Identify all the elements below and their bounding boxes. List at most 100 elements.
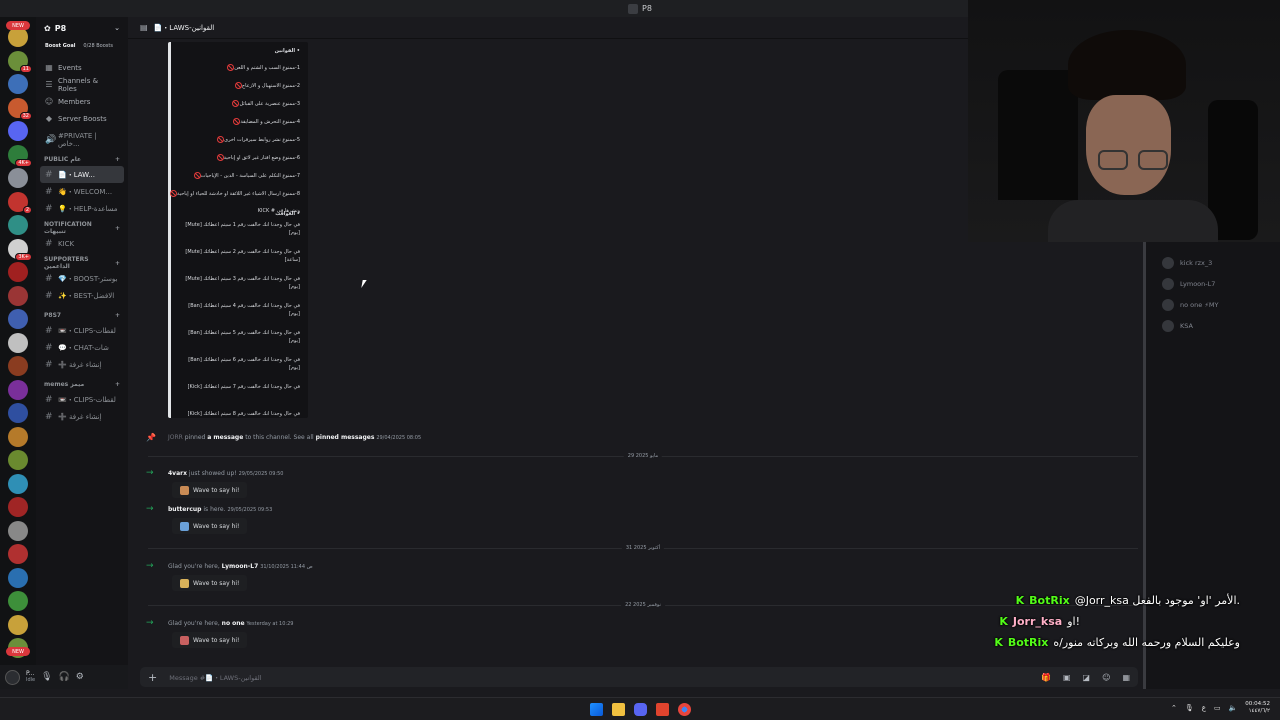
- channel-item[interactable]: # 👋・WELCOM...: [36, 183, 128, 200]
- threads-icon[interactable]: ▤: [140, 23, 148, 32]
- server-icon[interactable]: [8, 27, 28, 47]
- server-icon[interactable]: [8, 356, 28, 376]
- apps-icon[interactable]: ▦: [1122, 673, 1130, 682]
- message-input[interactable]: Message #📄・LAWS-القوانين: [169, 672, 1029, 682]
- category-header[interactable]: P8S7 +: [36, 308, 128, 322]
- join-user[interactable]: buttercup: [168, 506, 201, 513]
- channel-item[interactable]: # KICK: [36, 235, 128, 252]
- server-header[interactable]: ✿ P8 ⌄: [36, 17, 128, 39]
- user-panel: P... Idle 🎙 🎧 ⚙: [0, 665, 128, 689]
- server-icon[interactable]: [8, 544, 28, 564]
- server-icon[interactable]: [8, 591, 28, 611]
- plus-icon[interactable]: +: [115, 225, 120, 232]
- channel-item[interactable]: # ✨・BEST-الافضل: [36, 287, 128, 304]
- brave-browser-icon[interactable]: [656, 703, 669, 716]
- channel-item[interactable]: # 📼・CLIPS-لقطات: [36, 391, 128, 408]
- network-icon[interactable]: ▭: [1214, 704, 1221, 712]
- chrome-icon[interactable]: [678, 703, 691, 716]
- pin-link[interactable]: a message: [207, 434, 243, 441]
- wave-label: Wave to say hi!: [193, 522, 240, 530]
- member-item[interactable]: KSA: [1162, 320, 1193, 332]
- wave-button[interactable]: Wave to say hi!: [172, 482, 248, 498]
- volume-icon[interactable]: 🔈: [1229, 704, 1238, 712]
- gift-icon[interactable]: 🎁: [1041, 673, 1051, 682]
- server-icon[interactable]: [8, 403, 28, 423]
- server-icon[interactable]: [8, 215, 28, 235]
- microphone-icon[interactable]: 🎙: [1185, 704, 1194, 712]
- hash-icon: #: [45, 394, 53, 405]
- user-name: P...: [26, 670, 35, 677]
- server-icon[interactable]: [8, 614, 28, 635]
- channel-private[interactable]: 🔊 #PRIVATE | خاص...: [36, 131, 128, 148]
- server-icon[interactable]: [8, 497, 28, 517]
- plus-icon[interactable]: +: [115, 260, 120, 267]
- server-icon[interactable]: [8, 473, 28, 494]
- channel-item[interactable]: # 📄・LAW...: [40, 166, 124, 183]
- discord-app-icon[interactable]: [634, 703, 647, 716]
- join-user[interactable]: 4varx: [168, 470, 187, 477]
- server-icon[interactable]: 32: [8, 97, 32, 120]
- nav-item[interactable]: ▦ Events: [36, 59, 128, 76]
- server-icon[interactable]: [8, 520, 28, 541]
- server-icon[interactable]: 3K+: [8, 238, 32, 261]
- channel-item[interactable]: # 📼・CLIPS-لقطات: [36, 322, 128, 339]
- server-icon[interactable]: [8, 450, 28, 470]
- category-header[interactable]: memes ميمز +: [36, 377, 128, 391]
- chevron-down-icon[interactable]: ⌄: [114, 24, 120, 32]
- channel-item[interactable]: # ➕ إنشاء غرفة: [36, 408, 128, 425]
- nav-item[interactable]: ◆ Server Boosts: [36, 110, 128, 127]
- channel-item[interactable]: # 💡・HELP-مساعدة: [36, 200, 128, 217]
- server-icon[interactable]: [8, 168, 28, 188]
- boost-goal[interactable]: Boost Goal 0/28 Boosts: [36, 39, 128, 53]
- join-user[interactable]: no one: [222, 620, 245, 627]
- category-header[interactable]: SUPPORTERS الداعمين +: [36, 256, 128, 270]
- plus-icon[interactable]: +: [115, 312, 120, 319]
- language-indicator[interactable]: ع: [1202, 704, 1206, 712]
- chevron-up-icon[interactable]: ⌃: [1171, 704, 1177, 712]
- server-icon[interactable]: 2: [8, 191, 32, 214]
- pinned-messages-link[interactable]: pinned messages: [316, 434, 375, 441]
- server-icon[interactable]: [8, 309, 28, 329]
- avatar[interactable]: [5, 669, 20, 685]
- server-icon[interactable]: [8, 262, 28, 282]
- clock[interactable]: 00:04:52 ١٤٤٧/٦/٢: [1245, 701, 1270, 715]
- member-item[interactable]: no one ⚡MY: [1162, 299, 1218, 311]
- composer-box[interactable]: + Message #📄・LAWS-القوانين 🎁 ▣ ◪ ☺ ▦: [140, 667, 1138, 687]
- server-icon[interactable]: [8, 121, 28, 141]
- category-header[interactable]: NOTIFICATION تنبيهات +: [36, 221, 128, 235]
- server-icon[interactable]: [8, 567, 28, 588]
- category-header[interactable]: PUBLIC عام +: [36, 152, 128, 166]
- microphone-icon[interactable]: 🎙: [41, 672, 52, 682]
- plus-icon[interactable]: +: [148, 671, 157, 684]
- channel-item[interactable]: # 💬・CHAT-شات: [36, 339, 128, 356]
- pin-user[interactable]: JORR: [168, 434, 183, 441]
- emoji-icon[interactable]: ☺: [1102, 673, 1110, 682]
- plus-icon[interactable]: +: [115, 156, 120, 163]
- server-icon[interactable]: [8, 426, 28, 447]
- wave-button[interactable]: Wave to say hi!: [172, 518, 248, 534]
- server-icon[interactable]: 11: [8, 50, 32, 73]
- server-icon[interactable]: [8, 379, 28, 400]
- server-icon[interactable]: [8, 332, 28, 353]
- channel-label: 📼・CLIPS-لقطات: [58, 326, 116, 335]
- headphones-icon[interactable]: 🎧: [59, 672, 70, 682]
- sticker-icon[interactable]: ◪: [1083, 673, 1091, 682]
- member-item[interactable]: Lymoon-L7: [1162, 278, 1215, 290]
- file-explorer-icon[interactable]: [612, 703, 625, 716]
- gif-icon[interactable]: ▣: [1063, 673, 1071, 682]
- nav-item[interactable]: ☺ Members: [36, 93, 128, 110]
- wave-button[interactable]: Wave to say hi!: [172, 632, 248, 648]
- nav-item[interactable]: ☰ Channels & Roles: [36, 76, 128, 93]
- gear-icon[interactable]: ⚙: [76, 672, 84, 682]
- server-icon[interactable]: [8, 285, 28, 306]
- join-user[interactable]: Lymoon-L7: [222, 563, 259, 570]
- server-icon[interactable]: [8, 74, 28, 94]
- server-icon[interactable]: 4K+: [8, 144, 32, 167]
- channel-item[interactable]: # 💎・BOOST-بوستر: [36, 270, 128, 287]
- channel-item[interactable]: # ➕ إنشاء غرفة: [36, 356, 128, 373]
- member-item[interactable]: kick rzx_3: [1162, 257, 1212, 269]
- rule-line: 8-ممنوع ارسال الاشياء غير اللائقة او خاد…: [168, 190, 300, 197]
- windows-start-icon[interactable]: [590, 703, 603, 716]
- wave-button[interactable]: Wave to say hi!: [172, 575, 248, 591]
- plus-icon[interactable]: +: [115, 381, 120, 388]
